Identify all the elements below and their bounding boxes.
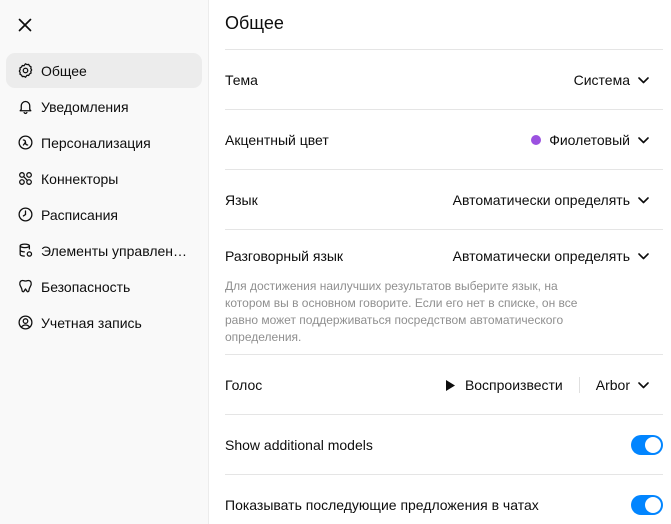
clock-icon [16,206,34,224]
divider [225,414,663,415]
sidebar-item-general[interactable]: Общее [6,53,202,88]
settings-main-panel: Общее Тема Система Акцентный цвет Фиолет… [209,0,671,524]
language-label: Язык [225,192,258,208]
sidebar-item-notifications[interactable]: Уведомления [6,89,202,124]
chevron-down-icon [638,76,649,84]
settings-sidebar: Общее Уведомления Персонализация Коннект… [0,0,209,524]
divider [225,169,663,170]
sidebar-item-personalization[interactable]: Персонализация [6,125,202,160]
theme-value: Система [573,72,630,88]
close-icon [18,18,32,32]
language-row: Язык Автоматически определять [225,184,663,216]
toggle-knob [645,437,661,453]
spoken-language-dropdown[interactable]: Автоматически определять [453,248,663,264]
additional-models-label: Show additional models [225,437,373,453]
bell-icon [16,98,34,116]
database-icon [16,242,34,260]
spoken-language-hint: Для достижения наилучших результатов выб… [225,279,578,344]
theme-dropdown[interactable]: Система [574,72,663,88]
theme-row: Тема Система [225,64,663,96]
sidebar-item-label: Коннекторы [41,170,119,187]
play-voice-label: Воспроизвести [464,377,563,393]
sidebar-item-label: Элементы управления данными [41,242,191,259]
divider [225,49,663,50]
accent-color-label: Акцентный цвет [225,132,329,148]
accent-color-row: Акцентный цвет Фиолетовый [225,124,663,156]
connectors-icon [16,170,34,188]
voice-row: Голос Воспроизвести Arbor [225,369,663,401]
sidebar-item-label: Безопасность [41,278,131,295]
gear-icon [16,62,34,80]
sidebar-item-schedules[interactable]: Расписания [6,197,202,232]
voice-value: Arbor [595,377,630,393]
theme-label: Тема [225,72,258,88]
chevron-down-icon [638,381,649,389]
chevron-down-icon [638,196,649,204]
sidebar-item-label: Учетная запись [41,314,142,331]
accent-color-swatch [531,135,542,145]
accent-color-value: Фиолетовый [549,132,630,148]
personalization-icon [16,134,34,152]
sidebar-item-security[interactable]: Безопасность [6,269,202,304]
chevron-down-icon [638,252,649,260]
language-dropdown[interactable]: Автоматически определять [453,192,663,208]
play-icon [445,379,456,392]
voice-controls: Воспроизвести Arbor [445,377,663,393]
voice-label: Голос [225,377,263,393]
voice-dropdown[interactable]: Arbor [596,377,663,393]
additional-models-toggle[interactable] [631,435,663,455]
close-button[interactable] [14,14,36,36]
spoken-language-label: Разговорный язык [225,248,344,264]
account-icon [16,314,34,332]
follow-up-suggestions-toggle[interactable] [631,495,663,515]
sidebar-item-label: Уведомления [41,98,129,115]
accent-color-dropdown[interactable]: Фиолетовый [531,132,663,148]
language-value: Автоматически определять [452,192,630,208]
divider [225,109,663,110]
sidebar-item-account[interactable]: Учетная запись [6,305,202,340]
play-voice-button[interactable]: Воспроизвести [445,377,563,393]
sidebar-item-data-controls[interactable]: Элементы управления данными [6,233,202,268]
divider [578,377,580,393]
spoken-language-row: Разговорный язык Автоматически определят… [225,240,663,272]
sidebar-item-connectors[interactable]: Коннекторы [6,161,202,196]
settings-nav: Общее Уведомления Персонализация Коннект… [6,53,202,341]
sidebar-item-label: Расписания [41,206,118,223]
sidebar-item-label: Общее [41,62,87,79]
follow-up-suggestions-row: Показывать последующие предложения в чат… [225,489,663,521]
settings-window: Общее Уведомления Персонализация Коннект… [0,0,671,524]
page-title: Общее [225,13,284,33]
additional-models-row: Show additional models [225,429,663,461]
sidebar-item-label: Персонализация [41,134,151,151]
divider [225,229,663,230]
toggle-knob [645,497,661,513]
divider [225,474,663,475]
chevron-down-icon [638,136,649,144]
spoken-language-value: Автоматически определять [452,248,630,264]
shield-icon [16,278,34,296]
divider [225,354,663,355]
follow-up-suggestions-label: Показывать последующие предложения в чат… [225,497,539,513]
